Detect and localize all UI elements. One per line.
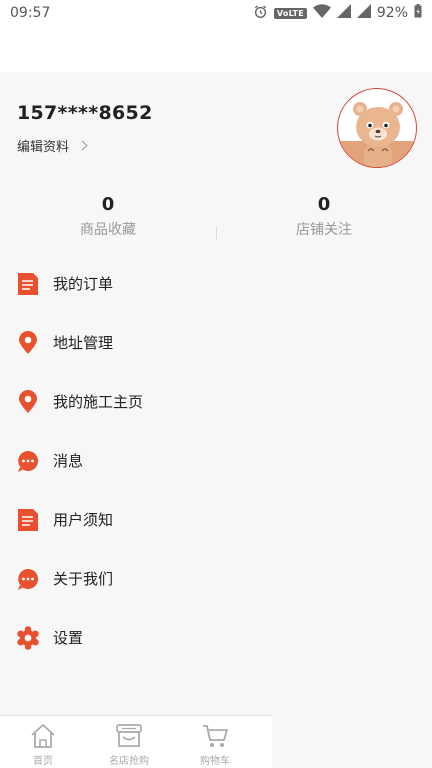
profile-section: 157****8652 编辑资料: [0, 72, 432, 176]
tab-home[interactable]: 首页: [0, 716, 86, 768]
menu-item-about-us[interactable]: 关于我们: [0, 549, 432, 608]
tab-label: 购物车: [200, 756, 230, 767]
tab-label: 名店抢购: [109, 756, 149, 767]
menu-item-orders[interactable]: 我的订单: [0, 254, 432, 313]
menu-item-messages[interactable]: 消息: [0, 431, 432, 490]
header-spacer: [0, 26, 432, 72]
stat-value: 0: [317, 194, 331, 215]
menu-label: 关于我们: [53, 570, 114, 588]
stat-followed-shops[interactable]: 0 店铺关注: [216, 190, 432, 250]
stats-row: 0 商品收藏 0 店铺关注: [0, 190, 432, 250]
status-time: 09:57: [10, 5, 51, 21]
tab-flash-sale[interactable]: 名店抢购: [86, 716, 172, 768]
wifi-icon: [312, 4, 331, 22]
cart-icon: [201, 722, 229, 750]
document-icon: [16, 508, 40, 532]
menu-item-settings[interactable]: 设置: [0, 608, 432, 667]
menu-label: 设置: [53, 629, 84, 647]
alarm-icon: [253, 4, 268, 23]
menu-label: 地址管理: [53, 334, 114, 352]
home-icon: [29, 722, 57, 750]
location-pin-icon: [16, 389, 40, 414]
stat-label: 商品收藏: [80, 222, 136, 238]
stat-divider: [216, 226, 217, 240]
tab-label: 首页: [33, 756, 53, 767]
chevron-right-icon: [77, 140, 88, 151]
edit-profile-label: 编辑资料: [17, 140, 70, 155]
avatar[interactable]: [337, 88, 417, 168]
store-icon: [114, 722, 144, 750]
chat-bubble-icon: [16, 449, 40, 473]
location-pin-icon: [16, 330, 40, 355]
status-bar: 09:57 VoLTE 92%: [0, 0, 432, 26]
edit-profile-link[interactable]: 编辑资料: [17, 136, 88, 155]
gear-icon: [16, 625, 40, 650]
menu-label: 我的订单: [53, 275, 114, 293]
menu-label: 我的施工主页: [53, 393, 144, 411]
menu-list: 我的订单 地址管理 我的施工主页 消息 用户须知 关于我们 设置: [0, 254, 432, 667]
tab-cart[interactable]: 购物车: [172, 716, 258, 768]
tab-bar-empty-area: [272, 716, 432, 768]
signal-icon: [356, 4, 371, 22]
status-indicators: VoLTE 92%: [253, 4, 422, 23]
menu-item-construction-page[interactable]: 我的施工主页: [0, 372, 432, 431]
battery-icon: [414, 4, 422, 22]
chat-bubble-icon: [16, 567, 40, 591]
menu-label: 用户须知: [53, 511, 114, 529]
battery-percent: 92%: [376, 5, 408, 21]
bottom-tab-bar: 首页 名店抢购 购物车: [0, 715, 272, 768]
stat-label: 店铺关注: [296, 222, 352, 238]
stat-value: 0: [101, 194, 115, 215]
user-phone: 157****8652: [17, 102, 153, 124]
bear-avatar-icon: [338, 102, 416, 167]
menu-item-user-notice[interactable]: 用户须知: [0, 490, 432, 549]
menu-item-address[interactable]: 地址管理: [0, 313, 432, 372]
stat-favorite-products[interactable]: 0 商品收藏: [0, 190, 216, 250]
document-icon: [16, 272, 40, 296]
menu-label: 消息: [53, 452, 84, 470]
volte-badge: VoLTE: [273, 7, 307, 19]
signal-icon: [336, 4, 351, 22]
